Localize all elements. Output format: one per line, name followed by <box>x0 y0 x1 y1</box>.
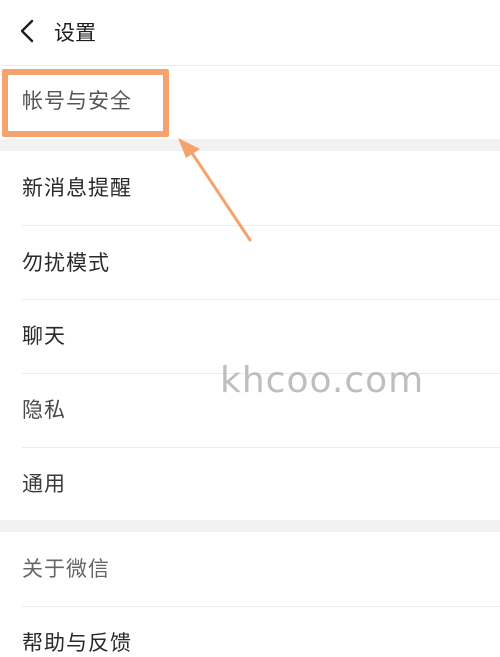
settings-item-account-security[interactable]: 帐号与安全 <box>0 66 500 139</box>
settings-item-label: 隐私 <box>22 398 66 422</box>
chevron-left-icon <box>19 19 35 47</box>
settings-item-chat[interactable]: 聊天 <box>0 300 500 373</box>
back-button[interactable] <box>12 18 42 48</box>
top-bar: 设置 <box>0 0 500 66</box>
settings-item-label: 帐号与安全 <box>22 89 132 113</box>
section-gap <box>0 139 500 151</box>
settings-page: 设置 帐号与安全 新消息提醒 勿扰模式 聊天 隐私 通用 关于微信 帮助与反馈 … <box>0 0 500 657</box>
settings-item-label: 聊天 <box>22 324 66 348</box>
settings-item-about-wechat[interactable]: 关于微信 <box>0 532 500 606</box>
settings-item-general[interactable]: 通用 <box>0 448 500 520</box>
settings-item-privacy[interactable]: 隐私 <box>0 374 500 447</box>
settings-item-label: 勿扰模式 <box>22 251 110 275</box>
settings-item-help-feedback[interactable]: 帮助与反馈 <box>0 607 500 657</box>
page-title: 设置 <box>54 21 96 45</box>
settings-item-do-not-disturb[interactable]: 勿扰模式 <box>0 226 500 299</box>
settings-item-new-message-alerts[interactable]: 新消息提醒 <box>0 151 500 225</box>
settings-item-label: 通用 <box>22 472 66 496</box>
settings-item-label: 新消息提醒 <box>22 176 132 200</box>
settings-item-label: 关于微信 <box>22 557 110 581</box>
settings-item-label: 帮助与反馈 <box>22 631 132 655</box>
section-gap <box>0 520 500 532</box>
